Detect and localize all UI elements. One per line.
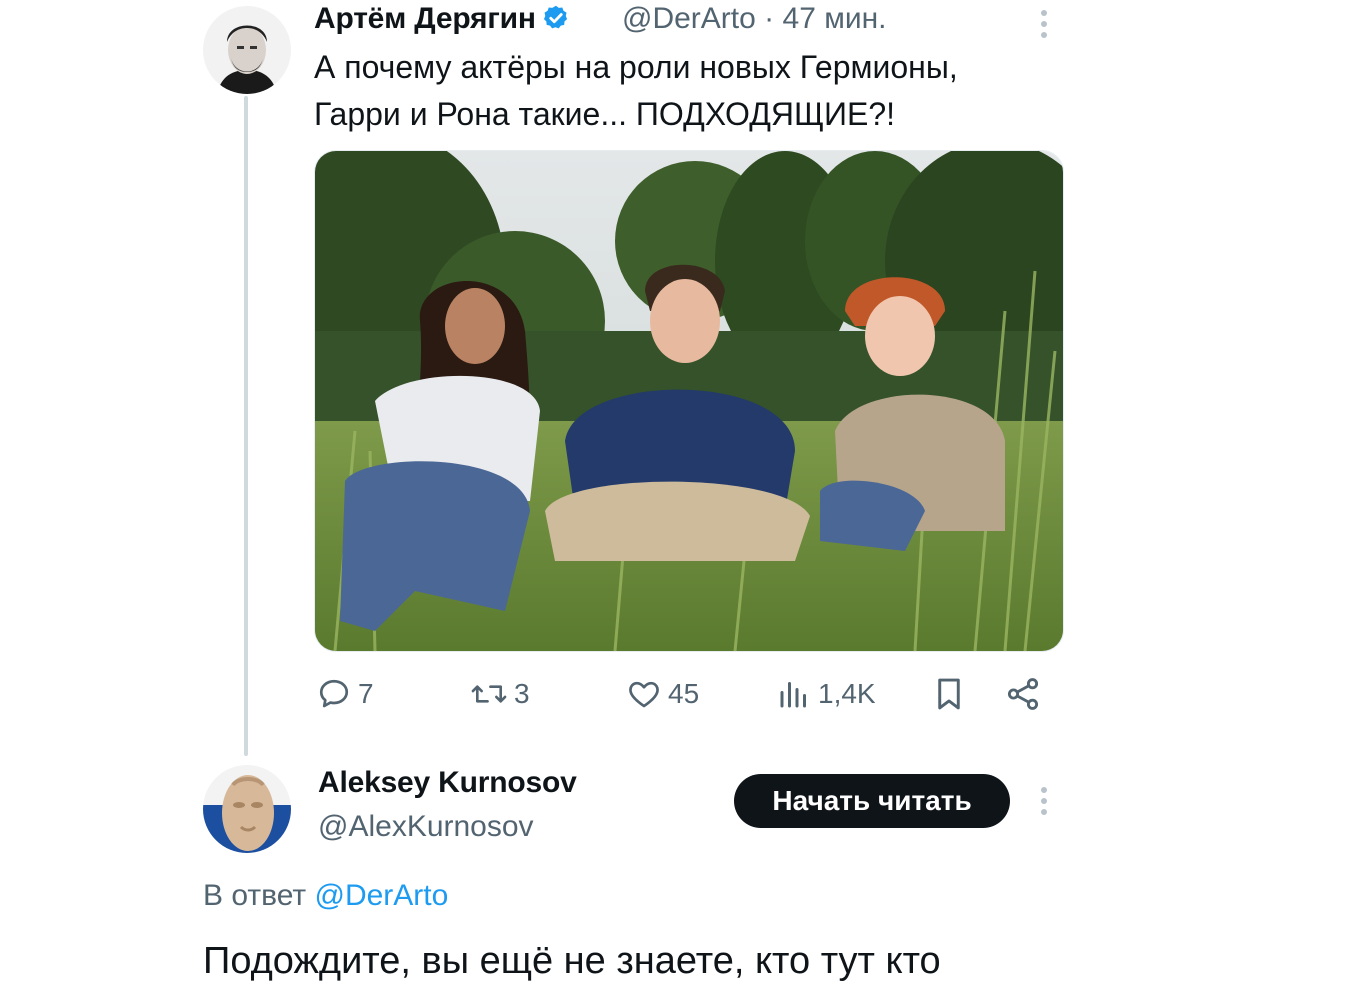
views-action[interactable]: 1,4K (776, 672, 876, 716)
tweet-text: А почему актёры на роли новых Гермионы, … (314, 44, 1074, 138)
author-avatar[interactable] (203, 6, 291, 94)
reply-action[interactable]: 7 (316, 672, 374, 716)
tweet-actions-bar: 7 3 45 1,4K (314, 672, 1054, 716)
retweet-icon (471, 685, 507, 703)
reply-more-icon[interactable] (1040, 787, 1048, 815)
reply-icon (319, 679, 349, 708)
tweet-handle[interactable]: @DerArto (622, 2, 756, 35)
reply-to-line: В ответ @DerArto (203, 879, 448, 913)
heart-icon (629, 681, 659, 708)
share-icon (1007, 678, 1039, 710)
like-count: 45 (668, 678, 700, 709)
views-count: 1,4K (818, 678, 876, 709)
share-action[interactable] (1004, 672, 1042, 716)
retweet-count: 3 (514, 678, 530, 709)
views-chart-icon (780, 682, 806, 708)
reply-to-handle-link[interactable]: @DerArto (314, 879, 448, 912)
tweet-more-icon[interactable] (1040, 10, 1048, 38)
verified-badge-icon (543, 5, 567, 29)
separator-dot: · (764, 2, 775, 35)
reply-author-avatar[interactable] (203, 765, 291, 853)
author-name-text[interactable]: Артём Дерягин (314, 2, 536, 35)
reply-author-handle[interactable]: @AlexKurnosov (318, 810, 534, 844)
thread-line (244, 96, 248, 756)
tweet-text-line-2: Гарри и Рона такие... ПОДХОДЯЩИЕ?! (314, 96, 896, 132)
tweet-media-photo[interactable] (314, 150, 1064, 652)
tweet-author-name[interactable]: Артём Дерягин (314, 2, 570, 36)
reply-text: Подождите, вы ещё не знаете, кто тут кто (203, 940, 941, 982)
retweet-action[interactable]: 3 (470, 672, 530, 716)
reply-author-name[interactable]: Aleksey Kurnosov (318, 766, 577, 800)
photo-kids-in-grass-icon (315, 151, 1063, 651)
tweet-text-line-1: А почему актёры на роли новых Гермионы, (314, 49, 958, 85)
follow-button[interactable]: Начать читать (734, 774, 1010, 828)
tweet-time[interactable]: 47 мин. (783, 2, 887, 35)
reply-to-prefix: В ответ (203, 879, 307, 912)
bookmark-action[interactable] (932, 672, 966, 716)
tweet-handle-time: @DerArto · 47 мин. (622, 2, 887, 36)
reply-count: 7 (358, 678, 374, 709)
bookmark-icon (938, 678, 960, 710)
like-action[interactable]: 45 (626, 672, 699, 716)
